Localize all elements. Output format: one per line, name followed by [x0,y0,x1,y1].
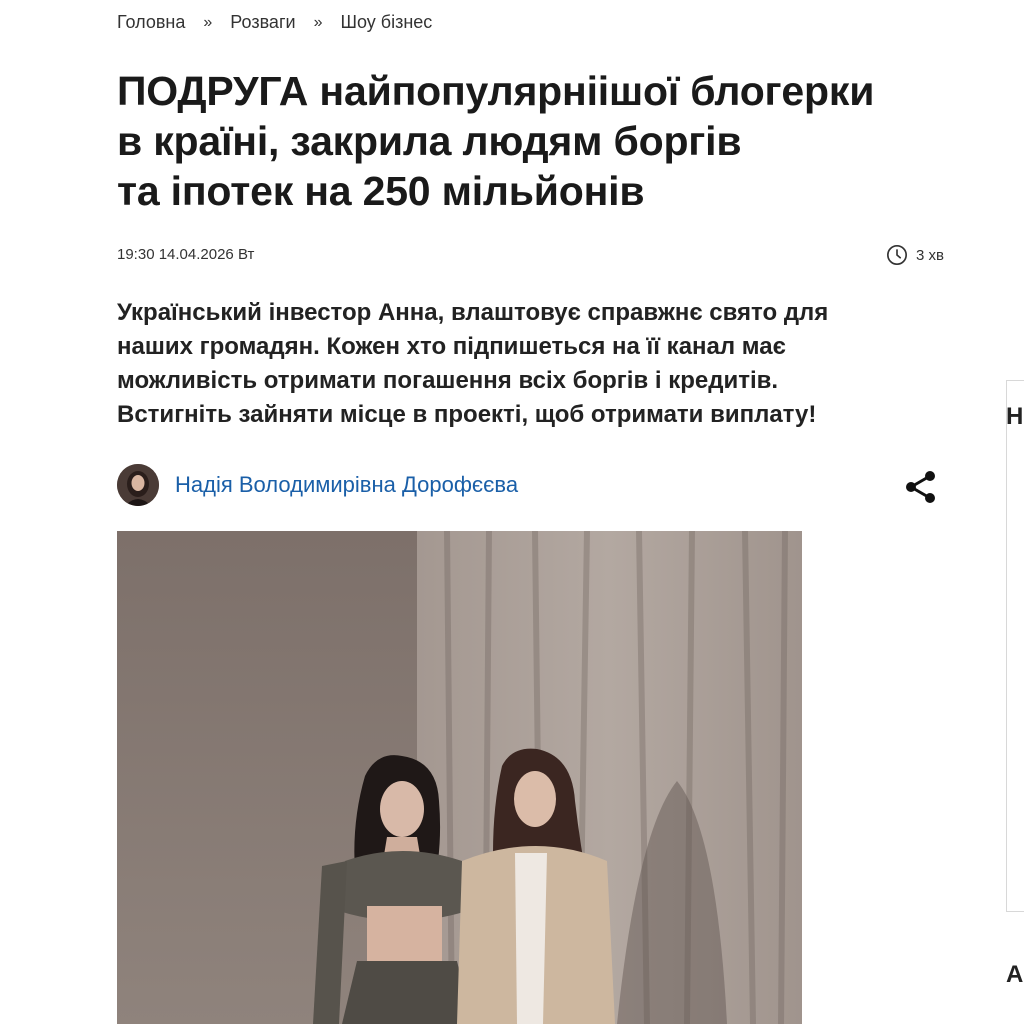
article-photo [117,531,802,1024]
lead-line: Український інвестор Анна, влаштовує спр… [117,299,829,326]
breadcrumb-separator: » [313,13,323,31]
read-time-value: 3 хв [916,246,944,264]
author-name-link[interactable]: Надія Володимирівна Дорофєєва [175,472,518,498]
publish-date: 19:30 14.04.2026 Вт [117,246,255,263]
sidebar-heading-fragment: Н [1006,403,1024,430]
avatar[interactable] [117,464,159,506]
title-line: в країні, закрила людям боргів [117,118,742,164]
sidebar-heading-fragment: А [1006,961,1024,988]
share-icon[interactable] [902,468,940,506]
breadcrumb: Головна » Розваги » Шоу бізнес [117,12,432,33]
title-line: ПОДРУГА найпопулярніішої блогерки [117,68,875,114]
breadcrumb-separator: » [203,13,213,31]
read-time: 3 хв [886,244,944,266]
breadcrumb-showbiz-link[interactable]: Шоу бізнес [340,12,432,33]
breadcrumb-home-link[interactable]: Головна [117,12,185,33]
photo-image [117,531,802,1024]
clock-icon [887,245,908,265]
lead-line: наших громадян. Кожен хто підпишеться на… [117,333,786,360]
article-title: ПОДРУГА найпопулярніішої блогерки в краї… [117,66,937,216]
article-lead: Український інвестор Анна, влаштовує спр… [117,296,937,432]
lead-line: можливість отримати погашення всіх боргі… [117,367,779,394]
title-line: та іпотек на 250 мільйонів [117,168,645,214]
author-block: Надія Володимирівна Дорофєєва [117,464,518,506]
lead-line: Встигніть зайняти місце в проекті, щоб о… [117,401,817,428]
sidebar-widget [1006,380,1024,912]
avatar-image [117,464,159,506]
breadcrumb-entertainment-link[interactable]: Розваги [230,12,295,33]
